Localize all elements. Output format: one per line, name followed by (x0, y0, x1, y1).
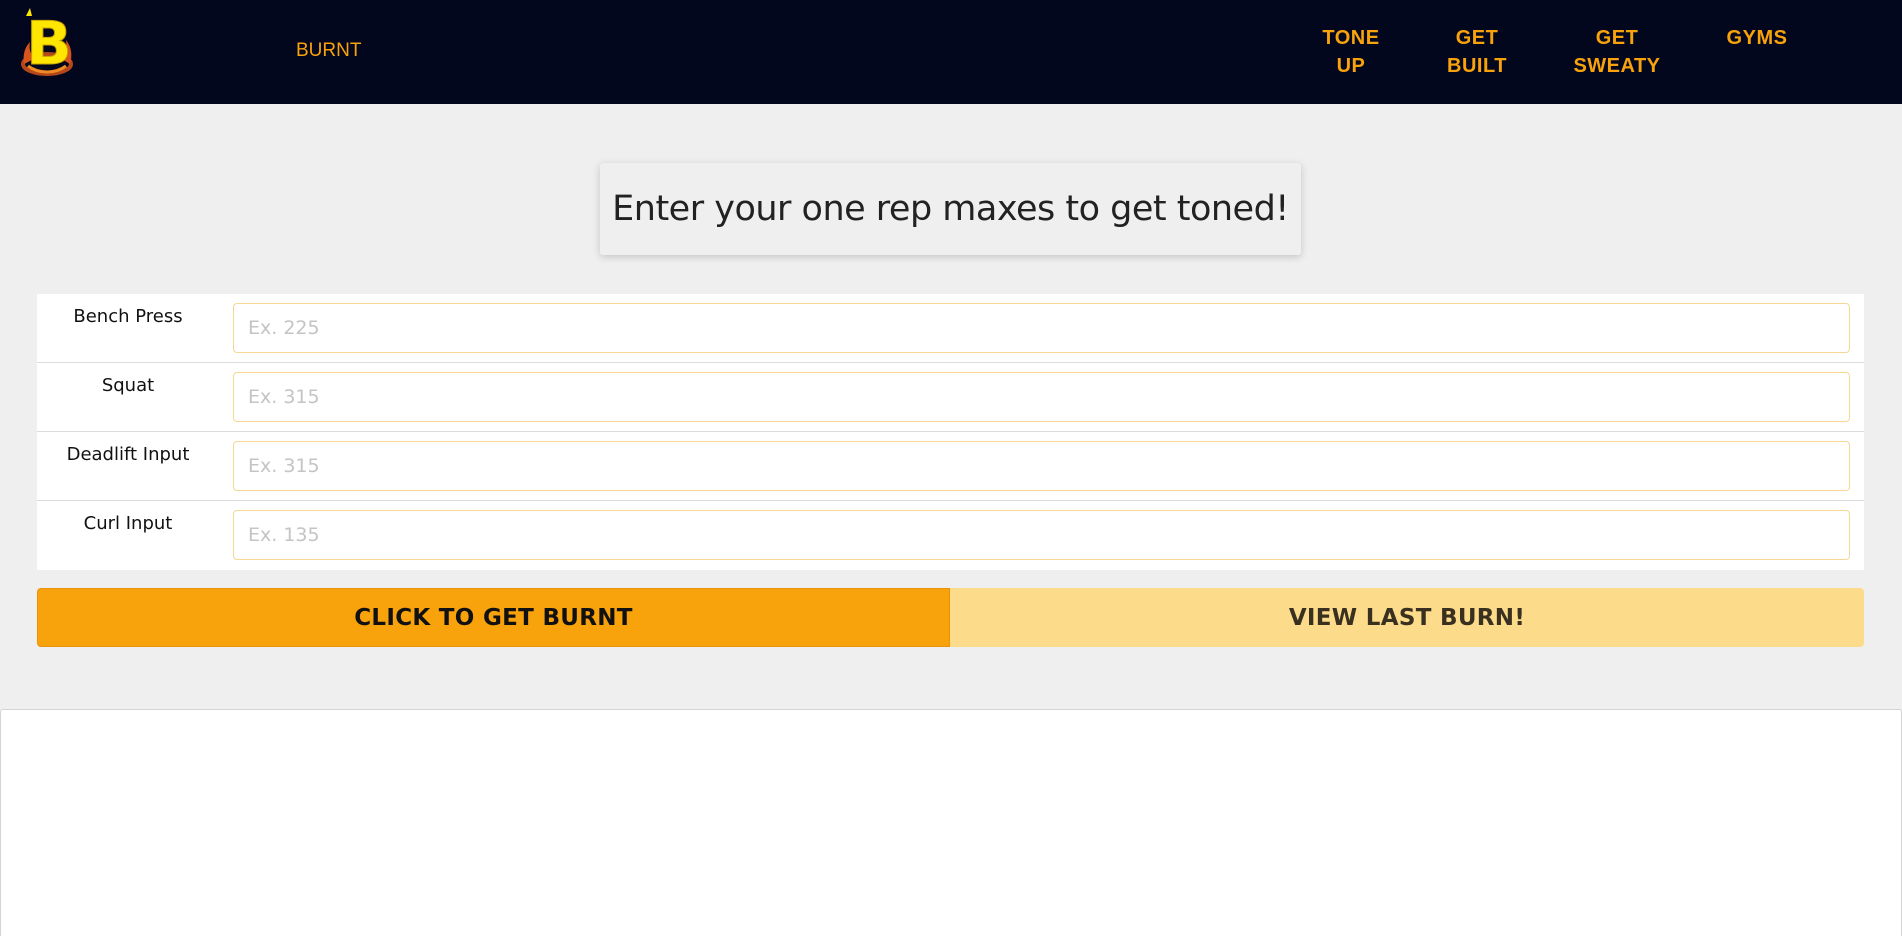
curl-label: Curl Input (83, 513, 173, 534)
brand-link[interactable]: BURNT (296, 40, 361, 62)
results-panel (0, 709, 1902, 936)
bench-press-label: Bench Press (73, 306, 183, 327)
nav-link-tone-up-line1: TONE (1322, 27, 1380, 49)
squat-label: Squat (101, 375, 155, 396)
form-row-deadlift: Deadlift Input (37, 432, 1864, 501)
view-last-burn-button[interactable]: VIEW LAST BURN! (950, 588, 1864, 647)
bench-press-input[interactable] (233, 303, 1850, 353)
nav-link-gyms-line1: GYMS (1726, 27, 1788, 49)
nav-link-get-built[interactable]: GET BUILT (1422, 24, 1532, 80)
nav-link-tone-up[interactable]: TONE UP (1296, 24, 1406, 80)
svg-text:B: B (26, 9, 72, 78)
one-rep-max-form: Bench Press Squat Deadlift Input Curl In… (37, 294, 1864, 570)
page-title: Enter your one rep maxes to get toned! (612, 189, 1289, 229)
nav-link-tone-up-line2: UP (1336, 55, 1366, 77)
form-row-squat: Squat (37, 363, 1864, 432)
flaming-b-logo-icon[interactable]: B (16, 6, 78, 78)
nav-link-get-sweaty-line1: GET (1595, 27, 1639, 49)
deadlift-input[interactable] (233, 441, 1850, 491)
nav-link-get-built-line1: GET (1455, 27, 1499, 49)
form-row-curl: Curl Input (37, 501, 1864, 570)
get-burnt-button[interactable]: CLICK TO GET BURNT (37, 588, 950, 647)
nav-link-get-sweaty-line2: SWEATY (1573, 55, 1661, 77)
heading-card: Enter your one rep maxes to get toned! (600, 163, 1301, 255)
curl-input[interactable] (233, 510, 1850, 560)
nav-link-gyms[interactable]: GYMS (1702, 24, 1812, 52)
form-row-bench-press: Bench Press (37, 294, 1864, 363)
nav-link-get-sweaty[interactable]: GET SWEATY (1562, 24, 1672, 80)
squat-input[interactable] (233, 372, 1850, 422)
nav-link-get-built-line2: BUILT (1447, 55, 1507, 77)
deadlift-label: Deadlift Input (66, 444, 190, 465)
navbar: B BURNT TONE UP GET BUILT GET SWEATY GYM… (0, 0, 1902, 104)
